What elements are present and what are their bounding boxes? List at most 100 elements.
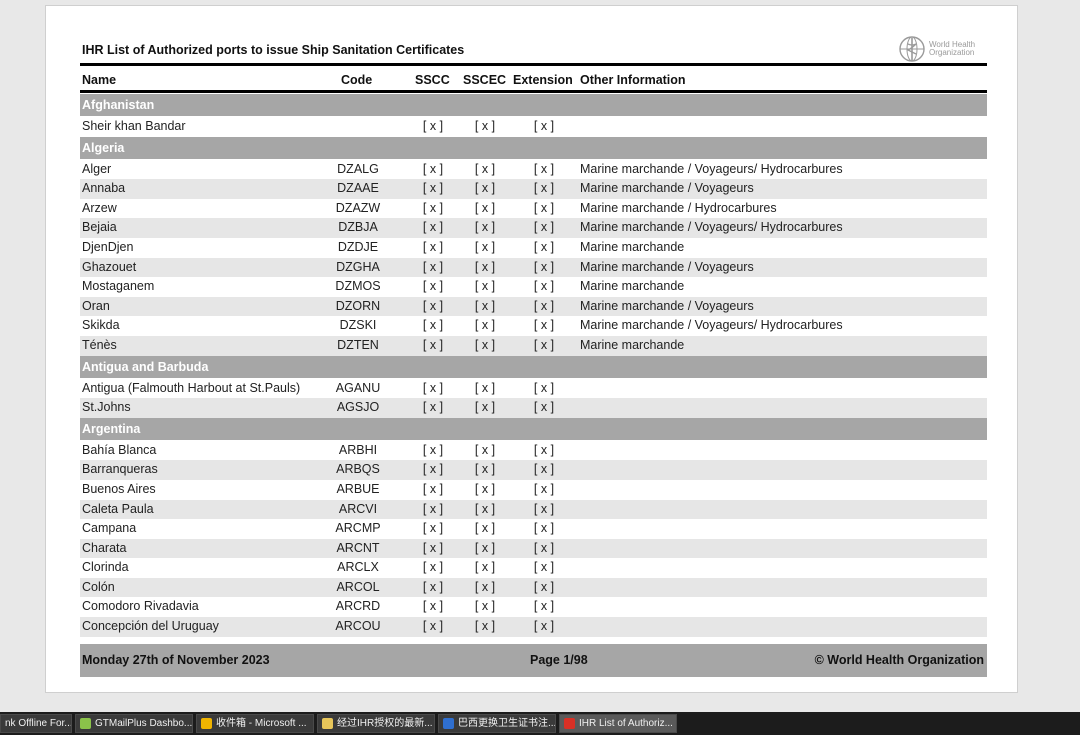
sscc-mark: [ x ] — [422, 560, 444, 575]
header-top-rule — [80, 63, 987, 66]
extension-mark: [ x ] — [533, 540, 555, 555]
other-information: Marine marchande / Voyageurs/ Hydrocarbu… — [580, 161, 843, 176]
sscec-mark: [ x ] — [474, 481, 496, 496]
taskbar-button[interactable]: 经过IHR授权的最新... — [317, 714, 435, 733]
country-header: Argentina — [80, 417, 987, 440]
extension-mark: [ x ] — [533, 380, 555, 395]
header-sscc: SSCC — [415, 73, 450, 87]
sscc-mark: [ x ] — [422, 380, 444, 395]
other-information: Marine marchande / Voyageurs — [580, 181, 754, 196]
header-sscec: SSCEC — [463, 73, 507, 87]
sscec-mark: [ x ] — [474, 119, 496, 133]
port-name: Caleta Paula — [82, 501, 154, 516]
taskbar-button-label: GTMailPlus Dashbo... — [95, 718, 193, 729]
port-code: ARCMP — [335, 521, 381, 536]
sscec-mark: [ x ] — [474, 462, 496, 477]
header-extension: Extension — [513, 73, 573, 87]
outlook-icon — [201, 718, 212, 729]
sscec-mark: [ x ] — [474, 521, 496, 536]
ports-table: Afghanistan Sheir khan Bandar [ x ] [ x ] [ … — [80, 94, 987, 637]
port-name: Bejaia — [82, 220, 117, 235]
sscec-mark: [ x ] — [474, 619, 496, 634]
sscc-mark: [ x ] — [422, 400, 444, 415]
port-row: Antigua (Falmouth Harbout at St.Pauls) AG… — [80, 379, 987, 399]
sscec-mark: [ x ] — [474, 161, 496, 176]
sscec-mark: [ x ] — [474, 259, 496, 274]
port-row: Alger DZALG [ x ] [ x ] [ x ] Marine marchand… — [80, 160, 987, 180]
who-logo: World Health Organization — [898, 34, 988, 64]
port-code: ARCOU — [335, 619, 381, 634]
port-code: DZSKI — [339, 318, 377, 333]
country-header: Antigua and Barbuda — [80, 355, 987, 378]
footer-copyright: © World Health Organization — [814, 653, 984, 667]
port-row: Ténès DZTEN [ x ] [ x ] [ x ] Marine marchand… — [80, 335, 987, 356]
sscc-mark: [ x ] — [422, 619, 444, 634]
other-information: Marine marchande / Voyageurs/ Hydrocarbu… — [580, 318, 843, 333]
other-information: Marine marchande — [580, 239, 685, 254]
port-name: Annaba — [82, 181, 126, 196]
extension-mark: [ x ] — [533, 200, 555, 215]
header-other-information: Other Information — [580, 73, 686, 87]
taskbar-button-label: 收件箱 - Microsoft ... — [216, 718, 307, 729]
port-row: Annaba DZAAE [ x ] [ x ] [ x ] Marine marchan… — [80, 179, 987, 199]
extension-mark: [ x ] — [533, 279, 555, 294]
port-code: ARCRD — [335, 599, 381, 614]
taskbar-button[interactable]: nk Offline For... — [0, 714, 72, 733]
port-row: Arzew DZAZW [ x ] [ x ] [ x ] Marine marchand… — [80, 199, 987, 219]
sscec-mark: [ x ] — [474, 400, 496, 415]
port-name: Bahía Blanca — [82, 442, 157, 457]
header-code: Code — [341, 73, 373, 87]
sscec-mark: [ x ] — [474, 380, 496, 395]
port-row: Campana ARCMP [ x ] [ x ] [ x ] — [80, 519, 987, 539]
port-row: Comodoro Rivadavia ARCRD [ x ] [ x ] [ x ] — [80, 597, 987, 617]
sscc-mark: [ x ] — [422, 259, 444, 274]
sscec-mark: [ x ] — [474, 181, 496, 196]
who-logo-text: World Health Organization — [929, 41, 975, 57]
port-code: ARBUE — [336, 481, 380, 496]
sscec-mark: [ x ] — [474, 579, 496, 594]
logo-line-2: Organization — [929, 48, 975, 57]
port-row: Charata ARCNT [ x ] [ x ] [ x ] — [80, 538, 987, 559]
extension-mark: [ x ] — [533, 481, 555, 496]
page-footer: Monday 27th of November 2023 Page 1/98 ©… — [80, 644, 987, 677]
folder-icon — [322, 718, 333, 729]
sscc-mark: [ x ] — [422, 521, 444, 536]
sscec-mark: [ x ] — [474, 279, 496, 294]
footer-date: Monday 27th of November 2023 — [82, 653, 270, 667]
sscc-mark: [ x ] — [422, 181, 444, 196]
taskbar-button[interactable]: GTMailPlus Dashbo... — [75, 714, 193, 733]
extension-mark: [ x ] — [533, 501, 555, 516]
port-code: DZAAE — [337, 181, 379, 196]
extension-mark: [ x ] — [533, 181, 555, 196]
sscec-mark: [ x ] — [474, 442, 496, 457]
port-name: Concepción del Uruguay — [82, 619, 219, 634]
extension-mark: [ x ] — [533, 220, 555, 235]
taskbar-button[interactable]: IHR List of Authoriz... — [559, 714, 677, 733]
sscc-mark: [ x ] — [422, 298, 444, 313]
taskbar-button[interactable]: 收件箱 - Microsoft ... — [196, 714, 314, 733]
sscc-mark: [ x ] — [422, 279, 444, 294]
header-name: Name — [82, 73, 117, 87]
sscc-mark: [ x ] — [422, 119, 444, 133]
port-row: Concepción del Uruguay ARCOU [ x ] [ x ] [ x… — [80, 617, 987, 637]
port-code: ARCVI — [338, 501, 378, 516]
port-row: Clorinda ARCLX [ x ] [ x ] [ x ] — [80, 558, 987, 578]
other-information: Marine marchande / Hydrocarbures — [580, 200, 777, 215]
extension-mark: [ x ] — [533, 599, 555, 614]
sscec-mark: [ x ] — [474, 599, 496, 614]
port-name: Arzew — [82, 200, 117, 215]
taskbar-button-label: nk Offline For... — [5, 718, 72, 729]
port-code: DZBJA — [338, 220, 378, 235]
port-code: AGANU — [335, 380, 381, 395]
browser-icon — [443, 718, 454, 729]
port-code: DZDJE — [337, 239, 379, 254]
port-row: Barranqueras ARBQS [ x ] [ x ] [ x ] — [80, 460, 987, 480]
extension-mark: [ x ] — [533, 239, 555, 254]
taskbar-button[interactable]: 巴西更换卫生证书注... — [438, 714, 556, 733]
extension-mark: [ x ] — [533, 119, 555, 133]
extension-mark: [ x ] — [533, 318, 555, 333]
sscec-mark: [ x ] — [474, 200, 496, 215]
port-name: Oran — [82, 298, 110, 313]
sscec-mark: [ x ] — [474, 298, 496, 313]
sscc-mark: [ x ] — [422, 579, 444, 594]
